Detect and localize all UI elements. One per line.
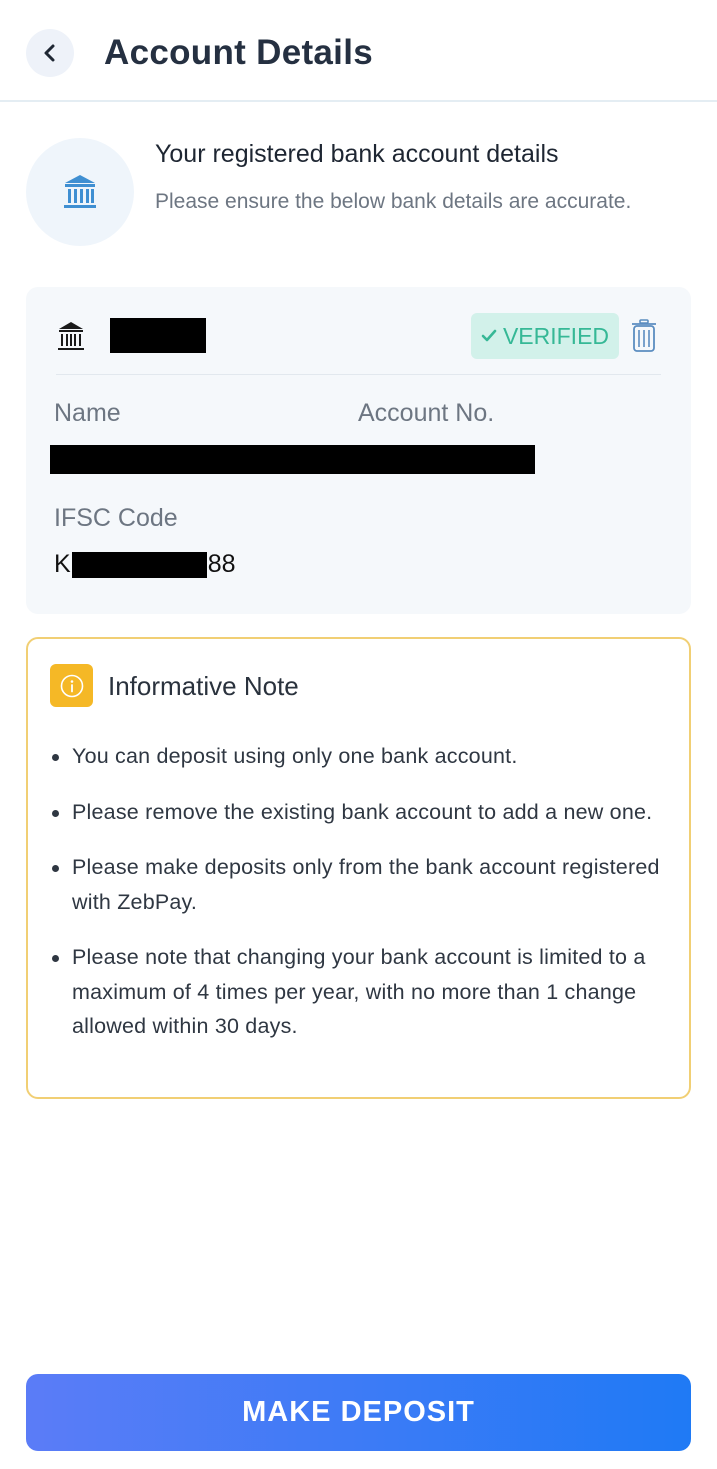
bank-icon-circle: [26, 138, 134, 246]
bank-icon: [64, 175, 96, 208]
ifsc-prefix: K: [54, 550, 71, 578]
verified-label: VERIFIED: [502, 322, 610, 349]
account-number-label: Account No.: [358, 399, 495, 427]
note-title: Informative Note: [108, 671, 299, 701]
chevron-left-icon: [44, 44, 55, 62]
ifsc-value: K 88: [54, 550, 236, 579]
back-button[interactable]: [26, 29, 74, 77]
bank-account-card: VERIFIED Name Account No. IFSC Code K 88: [26, 287, 691, 614]
info-icon-box: [50, 664, 93, 707]
note-item: You can deposit using only one bank acco…: [50, 739, 670, 774]
verified-badge: VERIFIED: [471, 313, 619, 359]
page-title: Account Details: [104, 33, 373, 72]
card-divider: [56, 374, 661, 375]
ifsc-suffix: 88: [207, 550, 236, 578]
name-label: Name: [54, 399, 121, 427]
bank-icon: [58, 322, 84, 350]
make-deposit-button[interactable]: MAKE DEPOSIT: [26, 1374, 691, 1451]
check-icon: [481, 329, 497, 342]
ifsc-label: IFSC Code: [54, 504, 178, 532]
delete-bank-button[interactable]: [631, 319, 657, 358]
note-item: Please note that changing your bank acco…: [50, 940, 670, 1044]
name-account-redacted: [50, 445, 535, 474]
note-item: Please remove the existing bank account …: [50, 795, 670, 830]
info-icon: [60, 674, 83, 697]
app-header: Account Details: [0, 0, 717, 102]
informative-note: Informative Note You can deposit using o…: [26, 637, 691, 1099]
ifsc-redacted: [71, 551, 207, 578]
note-list: You can deposit using only one bank acco…: [50, 739, 670, 1065]
intro-title: Your registered bank account details: [155, 140, 559, 168]
intro-description: Please ensure the below bank details are…: [155, 190, 632, 213]
trash-icon: [632, 319, 656, 352]
bank-name-redacted: [110, 318, 206, 353]
note-item: Please make deposits only from the bank …: [50, 850, 670, 919]
